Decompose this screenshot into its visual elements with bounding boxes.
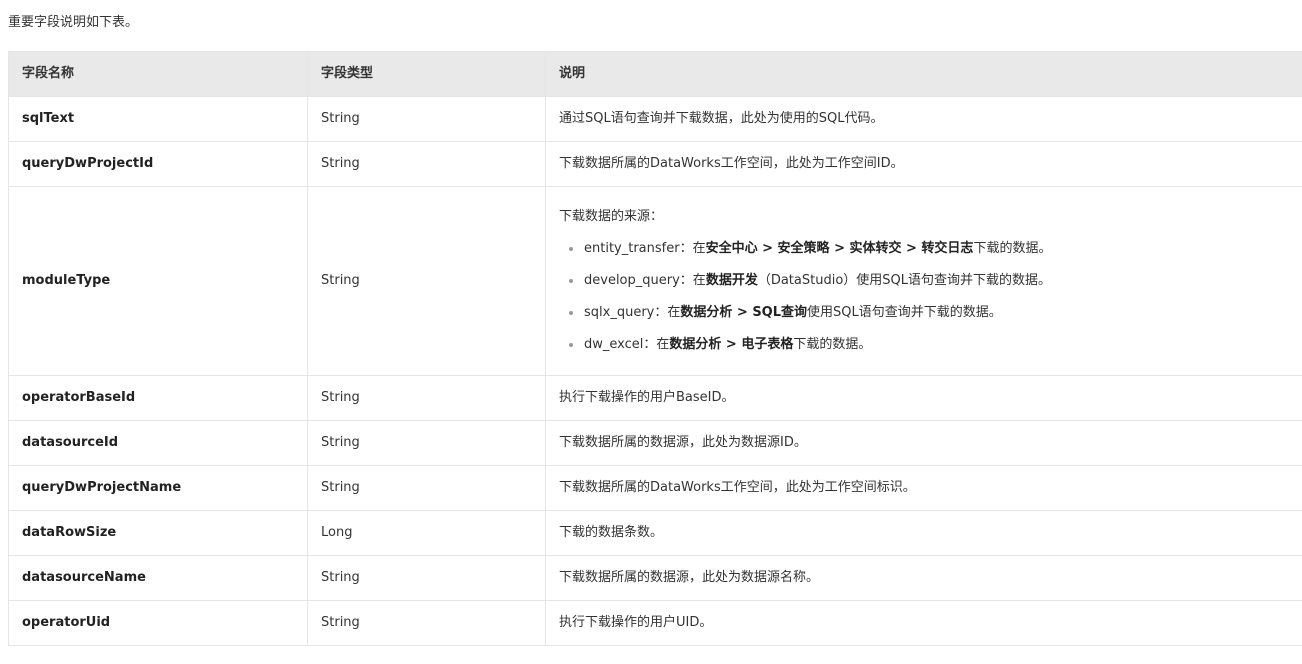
field-type: String [307,96,546,142]
table-row: datasourceId String 下载数据所属的数据源，此处为数据源ID。 [8,420,1302,466]
field-name: operatorUid [8,600,308,646]
item-mid: （DataStudio）使用SQL语句查询并下载的数据。 [757,273,1052,288]
field-type: String [307,375,546,421]
item-menu-path: 数据分析 > SQL查询 [680,305,808,320]
field-description: 下载的数据条数。 [545,510,1302,556]
table-row: sqlText String 通过SQL语句查询并下载数据，此处为使用的SQL代… [8,96,1302,142]
field-name: sqlText [8,96,308,142]
item-pre: 在 [667,305,681,320]
field-type: String [307,465,546,511]
field-type: Long [307,510,546,556]
table-row: operatorUid String 执行下载操作的用户UID。 [8,600,1302,646]
list-item: dw_excel：在数据分析 > 电子表格下载的数据。 [569,335,1289,355]
field-name: datasourceId [8,420,308,466]
intro-text: 重要字段说明如下表。 [8,15,139,30]
bullet-icon [569,311,573,315]
list-item: entity_transfer：在安全中心 > 安全策略 > 实体转交 > 转交… [569,239,1289,259]
item-key: sqlx_query： [584,305,668,320]
item-key: develop_query： [584,273,693,288]
item-menu-path: 数据分析 > 电子表格 [669,337,794,352]
field-description: 下载数据所属的DataWorks工作空间，此处为工作空间标识。 [545,465,1302,511]
item-mid: 下载的数据。 [793,337,872,352]
item-key: dw_excel： [584,337,657,352]
table-row: moduleType String 下载数据的来源： entity_transf… [8,186,1302,376]
field-name: dataRowSize [8,510,308,556]
description-lead: 下载数据的来源： [559,209,664,224]
item-pre: 在 [692,273,706,288]
bullet-icon [569,279,573,283]
item-post: 下载的数据。 [973,241,1052,256]
table-row: queryDwProjectId String 下载数据所属的DataWorks… [8,141,1302,187]
header-field-type: 字段类型 [307,51,546,97]
field-name: moduleType [8,186,308,376]
item-key: entity_transfer： [584,241,693,256]
field-description: 下载数据所属的数据源，此处为数据源ID。 [545,420,1302,466]
bullet-icon [569,343,573,347]
field-name: queryDwProjectName [8,465,308,511]
field-name: queryDwProjectId [8,141,308,187]
field-description: 下载数据所属的数据源，此处为数据源名称。 [545,555,1302,601]
item-menu-path: 安全中心 > 安全策略 > 实体转交 > 转交日志 [705,241,974,256]
field-description: 下载数据的来源： entity_transfer：在安全中心 > 安全策略 > … [545,186,1302,376]
list-item: develop_query：在数据开发（DataStudio）使用SQL语句查询… [569,271,1289,291]
header-description: 说明 [545,51,1302,97]
table-row: operatorBaseId String 执行下载操作的用户BaseID。 [8,375,1302,421]
field-type: String [307,420,546,466]
fields-table: 字段名称 字段类型 说明 sqlText String 通过SQL语句查询并下载… [8,51,1302,646]
field-type: String [307,186,546,376]
field-description: 执行下载操作的用户BaseID。 [545,375,1302,421]
item-menu-path: 数据开发 [705,273,758,288]
field-type: String [307,600,546,646]
field-description: 通过SQL语句查询并下载数据，此处为使用的SQL代码。 [545,96,1302,142]
table-row: dataRowSize Long 下载的数据条数。 [8,510,1302,556]
item-mid: 使用SQL语句查询并下载的数据。 [807,305,1002,320]
table-header-row: 字段名称 字段类型 说明 [8,51,1302,97]
item-pre: 在 [692,241,706,256]
item-pre: 在 [656,337,670,352]
source-list: entity_transfer：在安全中心 > 安全策略 > 实体转交 > 转交… [559,239,1289,355]
field-description: 执行下载操作的用户UID。 [545,600,1302,646]
field-name: datasourceName [8,555,308,601]
list-item: sqlx_query：在数据分析 > SQL查询使用SQL语句查询并下载的数据。 [569,303,1289,323]
table-row: queryDwProjectName String 下载数据所属的DataWor… [8,465,1302,511]
table-row: datasourceName String 下载数据所属的数据源，此处为数据源名… [8,555,1302,601]
field-description: 下载数据所属的DataWorks工作空间，此处为工作空间ID。 [545,141,1302,187]
field-type: String [307,555,546,601]
field-name: operatorBaseId [8,375,308,421]
header-field-name: 字段名称 [8,51,308,97]
bullet-icon [569,247,573,251]
field-type: String [307,141,546,187]
